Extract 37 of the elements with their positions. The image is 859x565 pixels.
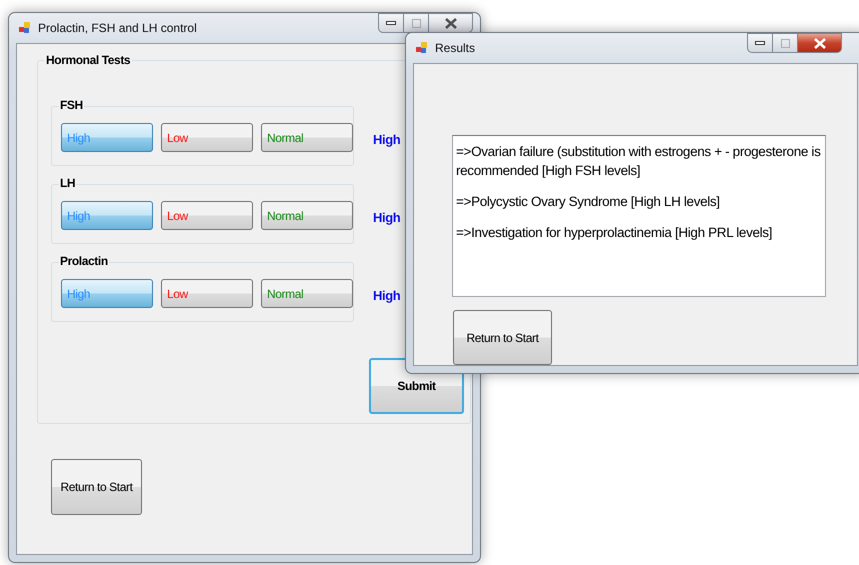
minimize-icon bbox=[755, 41, 765, 45]
option-button[interactable]: Normal bbox=[261, 201, 353, 230]
maximize-icon bbox=[780, 38, 790, 48]
group-title: Hormonal Tests bbox=[44, 53, 132, 67]
test-name: LH bbox=[59, 176, 76, 190]
close-icon bbox=[444, 18, 456, 28]
app-icon bbox=[415, 41, 429, 55]
return-button[interactable]: Return to Start bbox=[51, 459, 142, 515]
app-icon bbox=[18, 21, 32, 35]
result-text: =>Polycystic Ovary Syndrome [High LH levels] bbox=[456, 193, 721, 211]
option-button[interactable]: High bbox=[61, 123, 153, 152]
window-title: Prolactin, FSH and LH control bbox=[38, 21, 197, 35]
option-button[interactable]: Low bbox=[161, 201, 253, 230]
test-name: FSH bbox=[59, 98, 84, 112]
results-text-box[interactable]: =>Ovarian failure (substitution with estrogens + - progesterone is recommended [High FSH levels] =>Polycystic Ovary Syndrome [High LH levels] =>Investigation for hyperprolactinemia [High PRL levels] bbox=[452, 135, 826, 297]
window-title: Results bbox=[435, 41, 476, 55]
maximize-button[interactable] bbox=[404, 13, 429, 33]
result-text: =>Investigation for hyperprolactinemia [High PRL levels] bbox=[456, 224, 774, 242]
result-label: High bbox=[373, 288, 400, 303]
option-button[interactable]: High bbox=[61, 201, 153, 230]
option-button[interactable]: Low bbox=[161, 279, 253, 308]
minimize-button[interactable] bbox=[747, 33, 773, 53]
close-icon bbox=[814, 38, 826, 48]
test-name: Prolactin bbox=[59, 254, 109, 268]
return-button[interactable]: Return to Start bbox=[453, 310, 552, 365]
close-button[interactable] bbox=[429, 13, 473, 33]
minimize-button[interactable] bbox=[378, 13, 404, 33]
result-text: =>Ovarian failure (substitution with estrogens + - progesterone is recommended [High FSH levels] bbox=[456, 143, 822, 180]
option-button[interactable]: Low bbox=[161, 123, 253, 152]
result-label: High bbox=[373, 210, 400, 225]
option-button[interactable]: Normal bbox=[261, 123, 353, 152]
minimize-icon bbox=[386, 21, 396, 25]
option-button[interactable]: High bbox=[61, 279, 153, 308]
result-label: High bbox=[373, 132, 400, 147]
option-button[interactable]: Normal bbox=[261, 279, 353, 308]
maximize-icon bbox=[412, 18, 420, 28]
close-button[interactable] bbox=[798, 33, 842, 53]
